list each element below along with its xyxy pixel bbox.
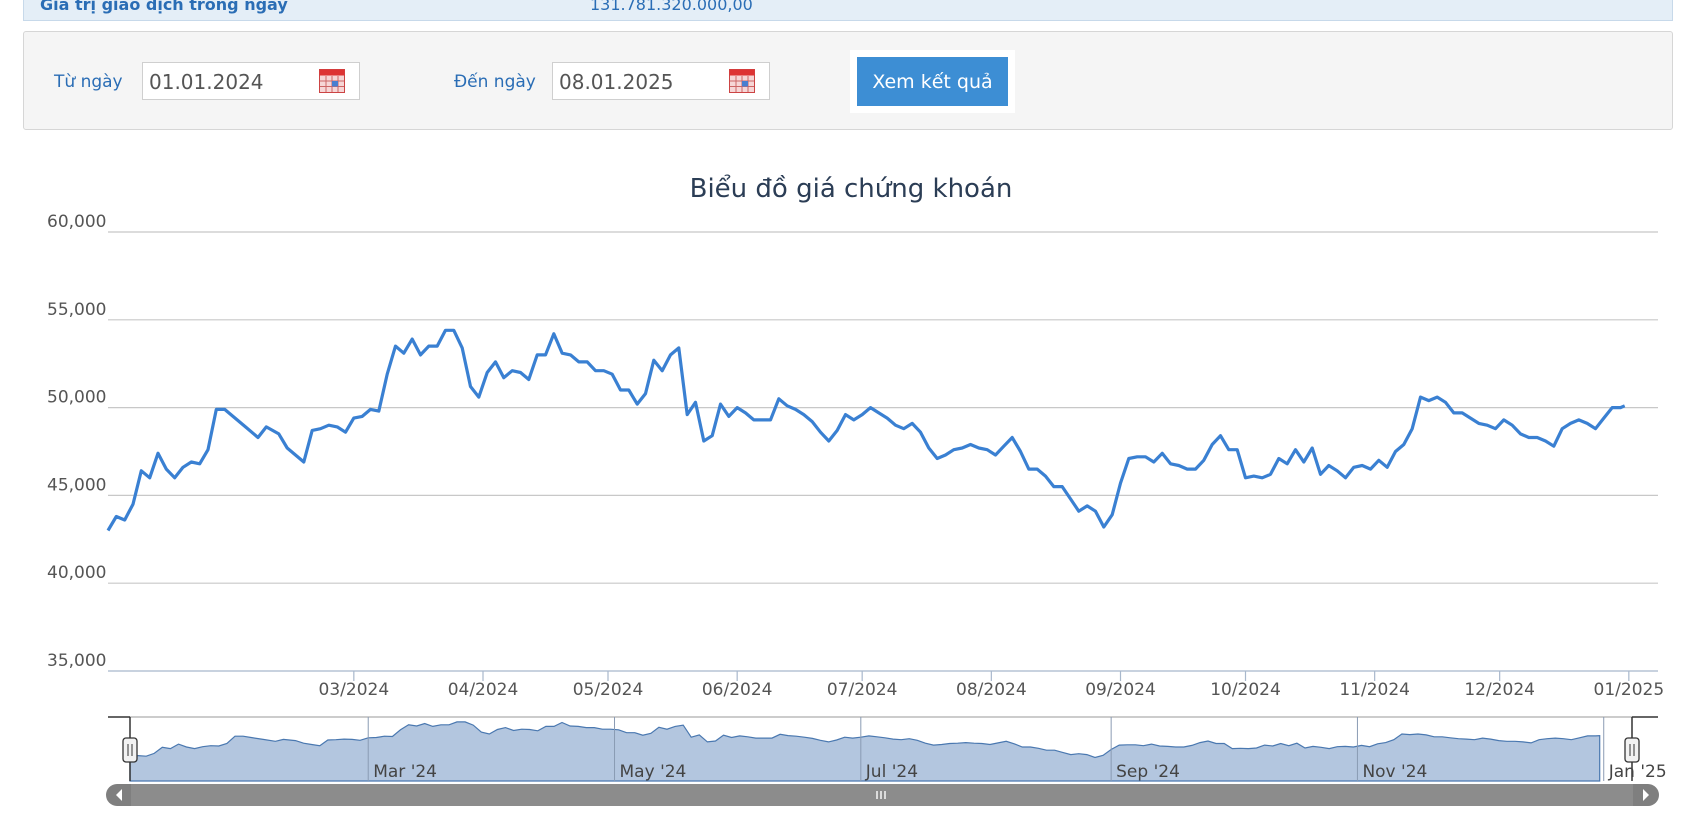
chart-title: Biểu đồ giá chứng khoán: [690, 173, 1013, 204]
y-tick-label: 60,000: [47, 212, 106, 232]
from-date-input[interactable]: 01.01.2024: [142, 62, 360, 100]
navigator-label: May '24: [620, 762, 687, 782]
x-tick-label: 06/2024: [702, 680, 773, 700]
navigator-handle-left[interactable]: [122, 737, 138, 763]
y-tick-label: 55,000: [47, 300, 106, 320]
x-tick-label: 04/2024: [448, 680, 519, 700]
x-tick-label: 03/2024: [319, 680, 390, 700]
from-date-value: 01.01.2024: [149, 70, 264, 94]
to-date-value: 08.01.2025: [559, 70, 674, 94]
x-tick-label: 01/2025: [1594, 680, 1665, 700]
y-tick-label: 35,000: [47, 651, 106, 671]
price-chart: Biểu đồ giá chứng khoán 60,000 55,000 50,0…: [47, 173, 1667, 806]
navigator-handle-right[interactable]: [1624, 737, 1640, 763]
navigator-label: Mar '24: [373, 762, 437, 782]
x-tick-label: 07/2024: [827, 680, 898, 700]
trading-value-label: Giá trị giao dịch trong ngày: [40, 0, 288, 14]
trading-value-row: Giá trị giao dịch trong ngày 131.781.320…: [23, 0, 1673, 21]
date-filter-panel: Từ ngày 01.01.2024 Đến ngày 08.01.2025 X…: [23, 31, 1673, 130]
x-tick-label: 09/2024: [1085, 680, 1156, 700]
navigator-scrollbar[interactable]: [106, 784, 1659, 806]
x-tick-label: 08/2024: [956, 680, 1027, 700]
navigator-label: Jul '24: [865, 762, 918, 782]
to-date-input[interactable]: 08.01.2025: [552, 62, 770, 100]
price-series-line: [106, 328, 1626, 532]
y-tick-label: 40,000: [47, 563, 106, 583]
navigator-label: Sep '24: [1116, 762, 1180, 782]
x-tick-label: 05/2024: [573, 680, 644, 700]
to-date-label: Đến ngày: [454, 72, 536, 92]
navigator-label: Nov '24: [1362, 762, 1427, 782]
calendar-icon[interactable]: [729, 69, 755, 93]
x-tick-label: 12/2024: [1464, 680, 1535, 700]
navigator-label: Jan '25: [1608, 762, 1667, 782]
from-date-label: Từ ngày: [54, 72, 123, 92]
view-results-button[interactable]: Xem kết quả: [857, 57, 1008, 106]
trading-value: 131.781.320.000,00: [590, 0, 753, 14]
calendar-icon[interactable]: [319, 69, 345, 93]
x-tick-label: 10/2024: [1210, 680, 1281, 700]
x-tick-label: 11/2024: [1339, 680, 1410, 700]
y-tick-label: 50,000: [47, 388, 106, 408]
submit-button-frame: Xem kết quả: [850, 50, 1015, 113]
y-tick-label: 45,000: [47, 475, 106, 495]
